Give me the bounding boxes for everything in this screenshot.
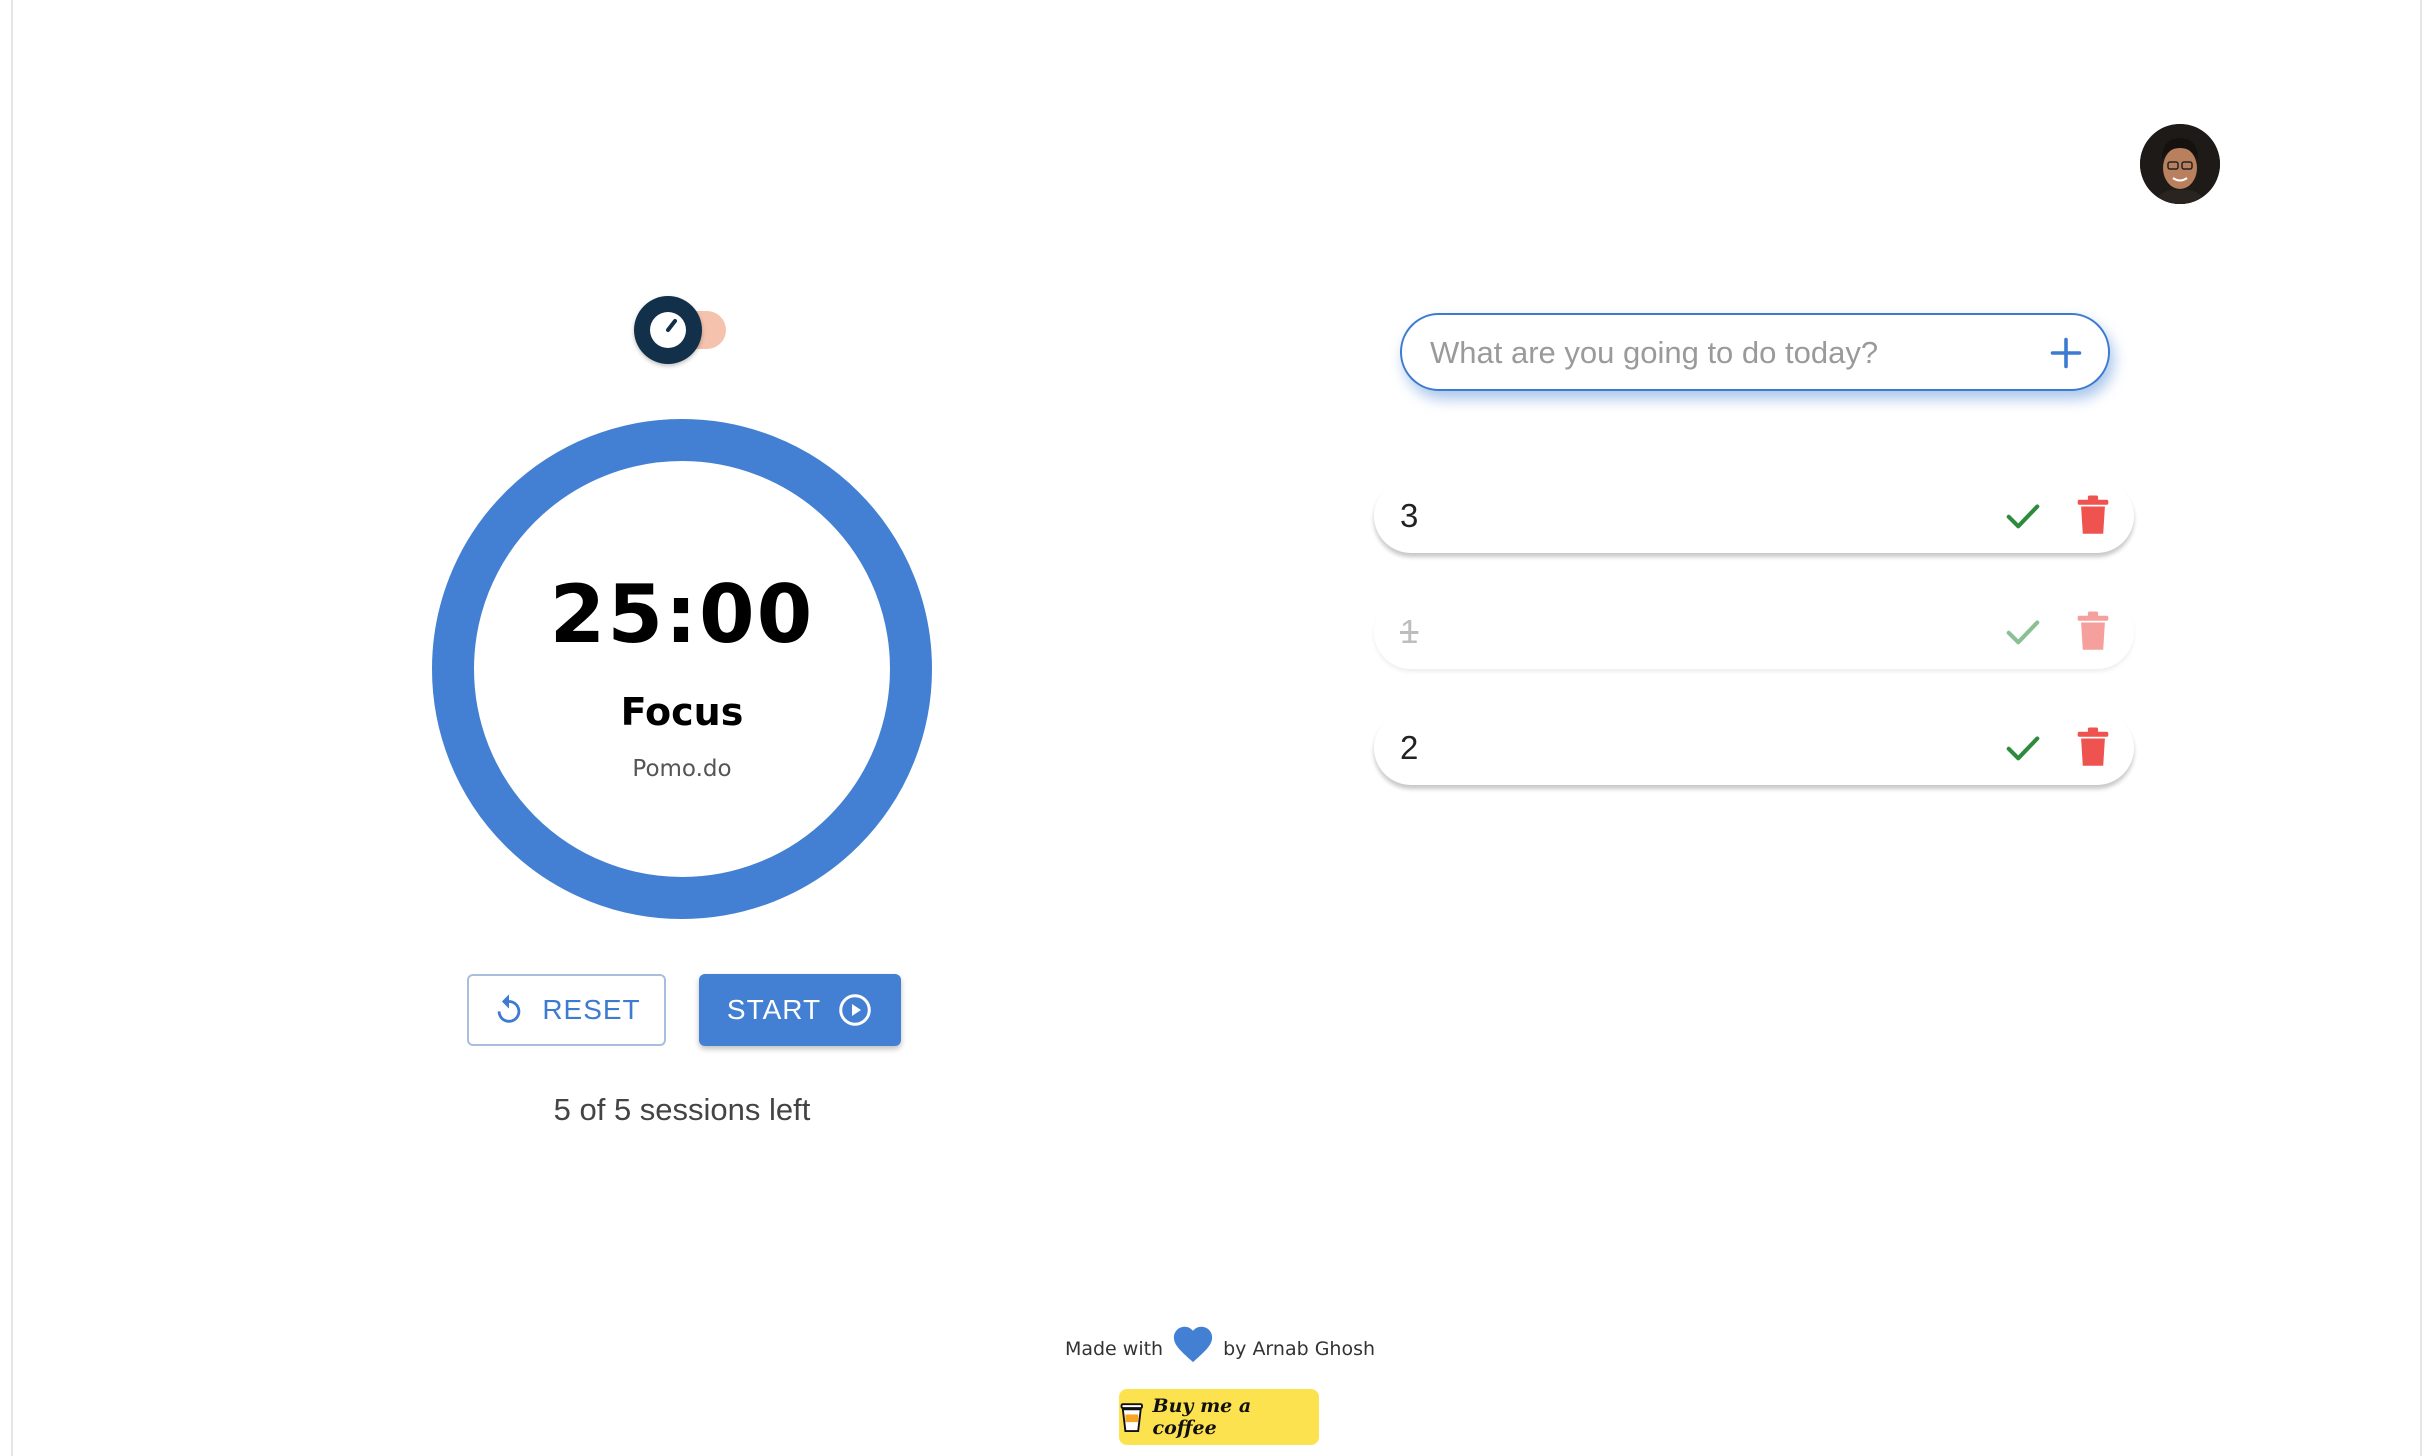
timer-progress-arc <box>432 419 932 919</box>
todo-item-text: 2 <box>1400 729 1419 766</box>
timer-mode-label: Focus <box>620 690 744 734</box>
play-circle-icon <box>839 994 871 1026</box>
coffee-label: Buy me a coffee <box>1152 1395 1252 1439</box>
mode-toggle[interactable] <box>634 296 734 364</box>
timer-progress-ring <box>432 419 932 919</box>
avatar-image <box>2140 124 2220 204</box>
app-name: Pomo.do <box>632 756 732 782</box>
buy-me-a-coffee-button[interactable]: Buy me a coffee <box>1119 1389 1319 1445</box>
reset-icon <box>497 994 521 1023</box>
todo-item: 1 <box>1374 595 2134 669</box>
timer-icon <box>650 312 686 348</box>
pomodo-page: 25:00 Focus Pomo.do RESET START 5 of 5 s… <box>0 0 2430 1456</box>
todo-input-container <box>1400 313 2110 391</box>
trash-icon[interactable] <box>2076 610 2110 652</box>
left-edge <box>0 0 13 1456</box>
plus-icon[interactable] <box>2048 335 2084 371</box>
check-icon[interactable] <box>2004 497 2042 535</box>
reset-label: RESET <box>542 994 641 1025</box>
reset-button[interactable]: RESET <box>467 974 666 1046</box>
start-label: START <box>726 994 822 1025</box>
right-edge <box>2420 0 2430 1456</box>
heart-icon <box>1174 1326 1213 1363</box>
start-button[interactable]: START <box>699 974 901 1046</box>
check-icon[interactable] <box>2004 613 2042 651</box>
toggle-knob <box>634 296 702 364</box>
trash-icon[interactable] <box>2076 494 2110 536</box>
sessions-remaining: 5 of 5 sessions left <box>553 1092 811 1127</box>
author-text: by Arnab Ghosh <box>1223 1338 1376 1360</box>
coffee-cup-icon <box>1120 1403 1143 1433</box>
todo-item: 3 <box>1374 479 2134 553</box>
footer-credit: Made with by Arnab Ghosh <box>1000 1326 1440 1364</box>
timer-display: 25:00 <box>549 568 815 661</box>
trash-icon[interactable] <box>2076 726 2110 768</box>
todo-item-text: 3 <box>1400 497 1419 534</box>
made-with-text: Made with <box>1064 1338 1164 1360</box>
avatar[interactable] <box>2140 124 2220 204</box>
check-icon[interactable] <box>2004 729 2042 767</box>
todo-input[interactable] <box>1428 327 2032 379</box>
todo-item: 2 <box>1374 711 2134 785</box>
todo-item-text: 1 <box>1400 613 1419 650</box>
